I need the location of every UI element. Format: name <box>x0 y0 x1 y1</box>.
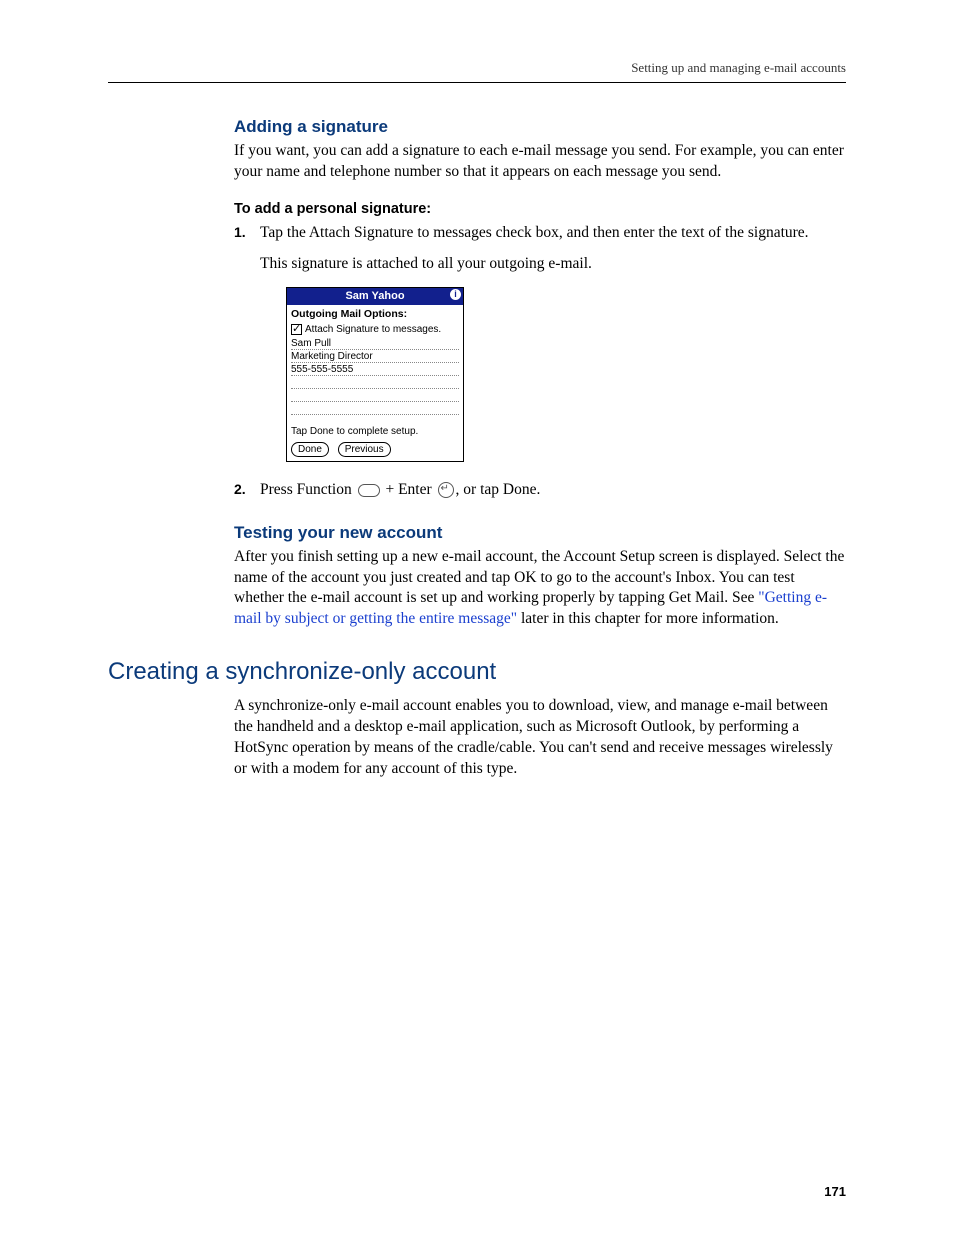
palm-checkbox-label: Attach Signature to messages. <box>305 324 441 335</box>
signature-line-2: Marketing Director <box>291 351 459 363</box>
signature-line-6 <box>291 403 459 415</box>
done-button: Done <box>291 442 329 457</box>
heading-adding-signature: Adding a signature <box>234 117 846 137</box>
signature-line-3: 555-555-5555 <box>291 364 459 376</box>
para-testing-body: After you finish setting up a new e-mail… <box>234 547 846 631</box>
palm-checkbox-row: Attach Signature to messages. <box>291 323 459 337</box>
step-1-text: Tap the Attach Signature to messages che… <box>260 224 809 241</box>
step-2-pre: Press Function <box>260 481 356 498</box>
running-header: Setting up and managing e-mail accounts <box>108 60 846 76</box>
palm-title-text: Sam Yahoo <box>345 290 404 302</box>
signature-line-4 <box>291 377 459 389</box>
signature-line-5 <box>291 390 459 402</box>
page-number: 171 <box>824 1184 846 1199</box>
signature-line-1: Sam Pull <box>291 338 459 350</box>
testing-body-post: later in this chapter for more informati… <box>517 610 779 627</box>
para-sync-body: A synchronize-only e-mail account enable… <box>234 696 846 780</box>
step-1: Tap the Attach Signature to messages che… <box>234 223 846 462</box>
heading-to-add-personal-signature: To add a personal signature: <box>234 201 846 217</box>
header-rule <box>108 82 846 83</box>
para-signature-intro: If you want, you can add a signature to … <box>234 141 846 183</box>
step-1-sub: This signature is attached to all your o… <box>260 254 846 275</box>
palm-titlebar: Sam Yahoo i <box>287 288 463 305</box>
info-icon: i <box>450 289 461 300</box>
palm-screenshot: Sam Yahoo i Outgoing Mail Options: Attac… <box>286 287 846 462</box>
step-2: Press Function + Enter , or tap Done. <box>234 480 846 501</box>
palm-section-heading: Outgoing Mail Options: <box>291 307 459 321</box>
function-button-icon <box>358 484 380 497</box>
step-2-mid: + Enter <box>382 481 436 498</box>
previous-button: Previous <box>338 442 391 457</box>
heading-sync-only: Creating a synchronize-only account <box>108 658 846 686</box>
enter-button-icon <box>438 482 454 498</box>
palm-hint: Tap Done to complete setup. <box>291 425 459 439</box>
testing-body-pre: After you finish setting up a new e-mail… <box>234 548 844 607</box>
step-2-post: , or tap Done. <box>456 481 541 498</box>
checkbox-icon <box>291 324 302 335</box>
heading-testing-account: Testing your new account <box>234 523 846 543</box>
